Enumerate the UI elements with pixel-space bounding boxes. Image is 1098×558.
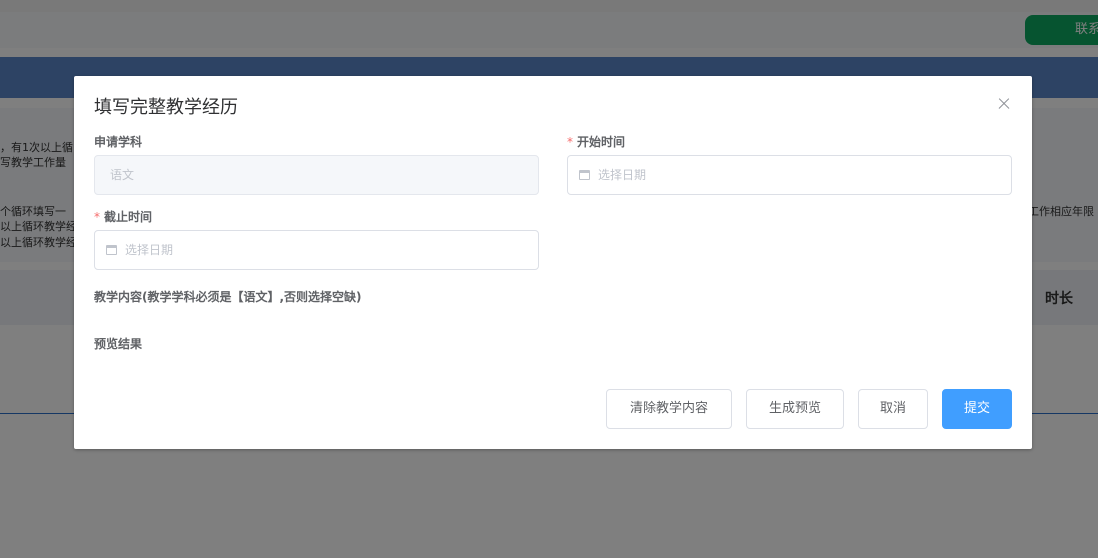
end-date-placeholder: 选择日期 [125, 243, 174, 257]
teaching-experience-dialog: 填写完整教学经历 申请学科 语文 * 开始时间 选择日期 * 截止时间 选择日期 教… [74, 76, 1032, 449]
calendar-icon [106, 245, 117, 255]
dialog-title: 填写完整教学经历 [94, 97, 238, 118]
close-icon[interactable] [996, 96, 1012, 112]
end-time-label: * 截止时间 [94, 209, 152, 225]
subject-label-text: 申请学科 [94, 135, 143, 149]
start-time-label-text: 开始时间 [577, 135, 626, 149]
required-mark: * [94, 210, 100, 224]
teaching-content-label: 教学内容(教学学科必须是【语文】,否则选择空缺) [94, 290, 362, 304]
start-date-placeholder: 选择日期 [598, 168, 647, 182]
subject-label: 申请学科 [94, 134, 142, 150]
submit-button[interactable]: 提交 [942, 389, 1012, 429]
start-date-picker[interactable]: 选择日期 [567, 155, 1012, 195]
calendar-icon [579, 170, 590, 180]
clear-content-button[interactable]: 清除教学内容 [606, 389, 732, 429]
end-time-label-text: 截止时间 [104, 210, 153, 224]
preview-result-label: 预览结果 [94, 337, 143, 351]
subject-value: 语文 [110, 168, 135, 182]
end-date-picker[interactable]: 选择日期 [94, 230, 539, 270]
generate-preview-button[interactable]: 生成预览 [746, 389, 844, 429]
start-time-label: * 开始时间 [567, 134, 625, 150]
subject-input: 语文 [94, 155, 539, 195]
cancel-button[interactable]: 取消 [858, 389, 928, 429]
required-mark: * [567, 135, 573, 149]
